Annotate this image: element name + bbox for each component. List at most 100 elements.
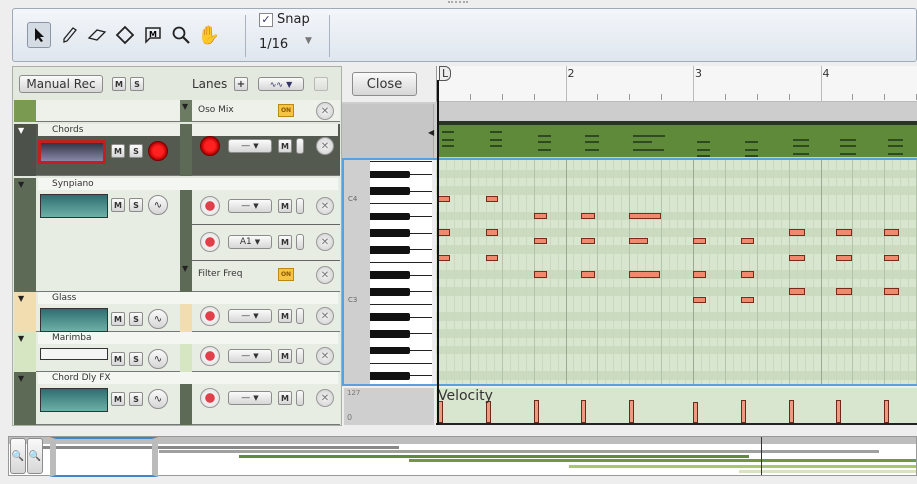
solo-button[interactable]: S bbox=[129, 352, 143, 366]
hand-tool-button[interactable]: ✋ bbox=[197, 22, 221, 48]
lane-mute-button[interactable]: M bbox=[278, 391, 292, 405]
device-thumbnail[interactable] bbox=[40, 194, 108, 218]
lane-record-button[interactable] bbox=[200, 196, 220, 216]
pencil-tool-button[interactable] bbox=[57, 22, 81, 48]
solo-button[interactable]: S bbox=[129, 144, 143, 158]
velocity-bar[interactable] bbox=[740, 399, 746, 423]
zoom-in-button[interactable]: 🔍 bbox=[27, 438, 43, 474]
track-marimba[interactable]: ▼ Marimba M S ∿ — ▼ M ✕ bbox=[14, 332, 340, 372]
lane-type-dropdown[interactable]: ∿∿ ▼ bbox=[258, 77, 304, 91]
track-chords[interactable]: ▼ Chords M S — ▼ M ✕ bbox=[14, 124, 340, 176]
select-tool-button[interactable] bbox=[27, 22, 51, 48]
solo-button[interactable]: S bbox=[129, 198, 143, 212]
note-clip[interactable] bbox=[438, 121, 917, 157]
lane-record-button[interactable] bbox=[200, 136, 220, 156]
lane-record-button[interactable] bbox=[200, 388, 220, 408]
track-synpiano[interactable]: ▼ Synpiano M S ∿ — ▼ M ✕ A1 ▼ M ✕ ▼ Filter Freq ON ✕ bbox=[14, 178, 340, 292]
mute-button[interactable]: M bbox=[111, 392, 125, 406]
delete-lane-button[interactable]: ✕ bbox=[316, 137, 334, 155]
magnify-tool-button[interactable] bbox=[169, 22, 193, 48]
record-enable-button[interactable] bbox=[148, 141, 168, 161]
velocity-bar[interactable] bbox=[788, 399, 794, 423]
automation-wave-button[interactable]: ∿ bbox=[148, 195, 168, 215]
automation-lane-name: Filter Freq bbox=[198, 269, 243, 279]
velocity-bar[interactable] bbox=[629, 399, 635, 423]
collapse-triangle-icon[interactable]: ▼ bbox=[182, 264, 188, 273]
overview-track-bar bbox=[739, 470, 916, 473]
lane-pattern-dropdown[interactable]: — ▼ bbox=[228, 349, 272, 363]
collapse-triangle-icon[interactable]: ▼ bbox=[18, 180, 24, 189]
snap-checkbox[interactable]: ✓ bbox=[259, 13, 273, 27]
lane-mute-button[interactable]: M bbox=[278, 199, 292, 213]
clip-note-preview bbox=[633, 149, 664, 151]
left-locator-marker[interactable]: L bbox=[439, 66, 452, 81]
lane-pattern-dropdown[interactable]: — ▼ bbox=[228, 199, 272, 213]
mute-button[interactable]: M bbox=[111, 198, 125, 212]
lane-record-button[interactable] bbox=[200, 306, 220, 326]
lane-record-button[interactable] bbox=[200, 346, 220, 366]
mute-button[interactable]: M bbox=[111, 352, 125, 366]
velocity-bar[interactable] bbox=[533, 399, 539, 423]
chevron-down-icon: ▼ bbox=[253, 312, 259, 320]
automation-wave-button[interactable]: ∿ bbox=[148, 349, 168, 369]
overview-view-handle[interactable] bbox=[50, 437, 158, 477]
delete-lane-button[interactable]: ✕ bbox=[316, 233, 334, 251]
lane-options-button[interactable] bbox=[314, 77, 328, 91]
song-position-line[interactable] bbox=[437, 80, 439, 425]
delete-lane-button[interactable]: ✕ bbox=[316, 197, 334, 215]
master-mute-button[interactable]: M bbox=[112, 77, 126, 91]
close-editor-button[interactable]: Close bbox=[352, 72, 417, 96]
lane-record-button[interactable] bbox=[200, 232, 220, 252]
master-solo-button[interactable]: S bbox=[130, 77, 144, 91]
chevron-down-icon: ▼ bbox=[253, 394, 259, 402]
delete-lane-button[interactable]: ✕ bbox=[316, 266, 334, 284]
device-thumbnail[interactable] bbox=[40, 308, 108, 332]
mute-button[interactable]: M bbox=[111, 144, 125, 158]
lane-mute-button[interactable]: M bbox=[278, 309, 292, 323]
device-thumbnail[interactable] bbox=[40, 388, 108, 412]
lane-pattern-dropdown[interactable]: A1 ▼ bbox=[228, 235, 272, 249]
collapse-triangle-icon[interactable]: ▼ bbox=[18, 126, 24, 135]
collapse-triangle-icon[interactable]: ▼ bbox=[18, 374, 24, 383]
lane-mute-button[interactable]: M bbox=[278, 139, 292, 153]
device-thumbnail[interactable] bbox=[40, 348, 108, 360]
mute-button[interactable]: M bbox=[111, 312, 125, 326]
velocity-max-label: 127 bbox=[347, 389, 361, 397]
delete-lane-button[interactable]: ✕ bbox=[316, 102, 334, 120]
chevron-down-icon: ▼ bbox=[253, 202, 259, 210]
window-grip[interactable] bbox=[448, 1, 468, 4]
automation-on-button[interactable]: ON bbox=[278, 104, 294, 117]
zoom-out-button[interactable]: 🔍 bbox=[10, 438, 26, 474]
manual-rec-button[interactable]: Manual Rec bbox=[19, 75, 103, 93]
automation-on-button[interactable]: ON bbox=[278, 268, 294, 281]
eraser-tool-button[interactable] bbox=[85, 22, 109, 48]
delete-lane-button[interactable]: ✕ bbox=[316, 389, 334, 407]
collapse-triangle-icon[interactable]: ▼ bbox=[18, 294, 24, 303]
collapse-triangle-icon[interactable]: ▼ bbox=[18, 334, 24, 343]
device-thumbnail[interactable] bbox=[38, 140, 106, 164]
mute-tool-button[interactable]: M bbox=[141, 22, 165, 48]
solo-button[interactable]: S bbox=[129, 312, 143, 326]
track-glass[interactable]: ▼ Glass M S ∿ — ▼ M ✕ bbox=[14, 292, 340, 332]
velocity-bar[interactable] bbox=[836, 399, 842, 423]
lane-pattern-dropdown[interactable]: — ▼ bbox=[228, 139, 272, 153]
automation-wave-button[interactable]: ∿ bbox=[148, 389, 168, 409]
solo-button[interactable]: S bbox=[129, 392, 143, 406]
lane-mute-button[interactable]: M bbox=[278, 235, 292, 249]
velocity-bar[interactable] bbox=[884, 399, 890, 423]
lane-pattern-dropdown[interactable]: — ▼ bbox=[228, 391, 272, 405]
velocity-bar[interactable] bbox=[581, 399, 587, 423]
automation-wave-button[interactable]: ∿ bbox=[148, 309, 168, 329]
velocity-lane[interactable] bbox=[436, 388, 917, 425]
lane-pattern-dropdown[interactable]: — ▼ bbox=[228, 309, 272, 323]
delete-lane-button[interactable]: ✕ bbox=[316, 347, 334, 365]
velocity-bar[interactable] bbox=[485, 400, 491, 423]
collapse-triangle-icon[interactable]: ▼ bbox=[182, 102, 188, 111]
lane-mute-button[interactable]: M bbox=[278, 349, 292, 363]
track-chord-dly-fx[interactable]: ▼ Chord Dly FX M S ∿ — ▼ M ✕ bbox=[14, 372, 340, 425]
line-tool-button[interactable] bbox=[113, 22, 137, 48]
snap-value-select[interactable]: 1/16 ▼ bbox=[259, 36, 321, 55]
add-lane-button[interactable]: + bbox=[234, 77, 248, 91]
delete-lane-button[interactable]: ✕ bbox=[316, 307, 334, 325]
velocity-bar[interactable] bbox=[693, 402, 698, 423]
